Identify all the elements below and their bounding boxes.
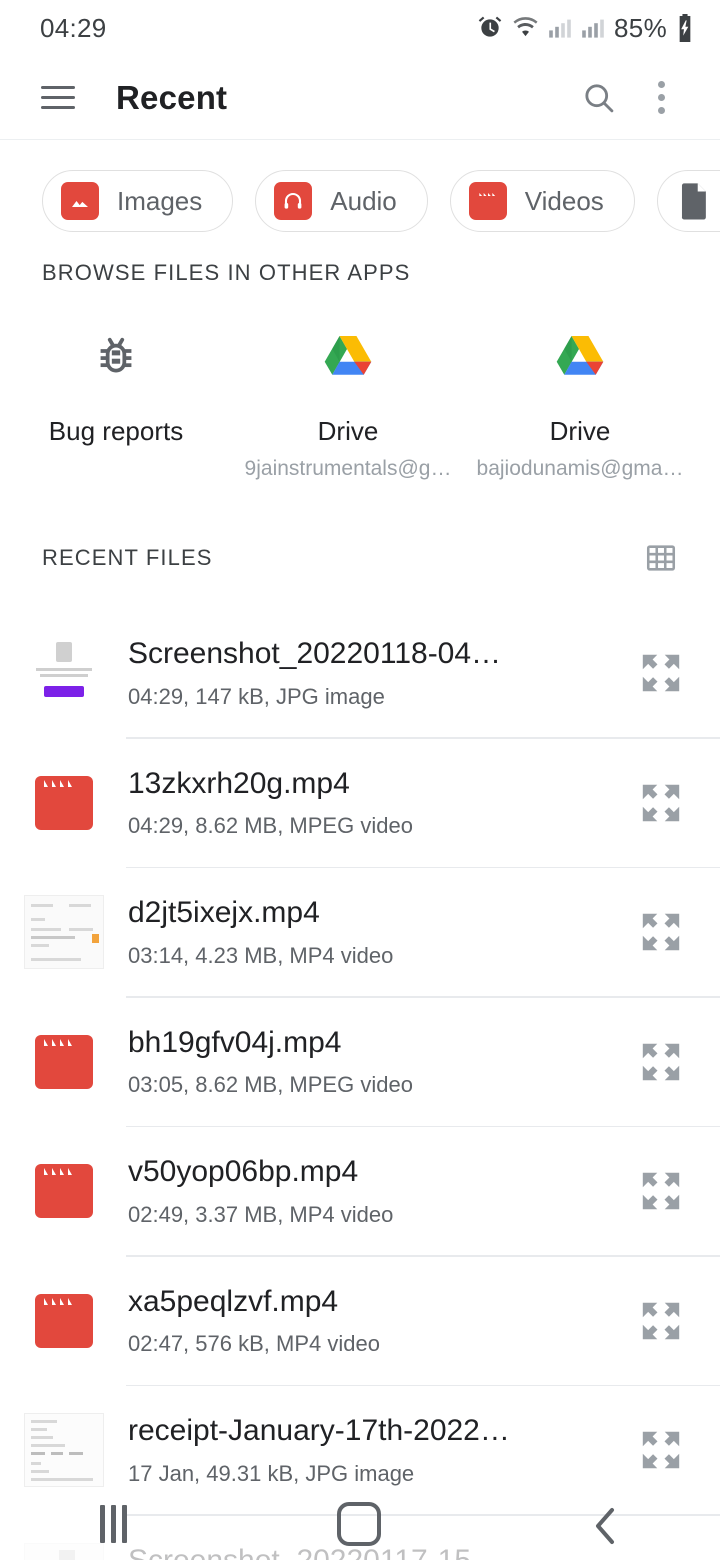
search-icon	[585, 83, 614, 112]
file-name: Screenshot_20220118-04…	[128, 637, 502, 671]
expand-icon[interactable]	[624, 895, 698, 969]
browse-app-name: Drive	[317, 416, 379, 446]
grid-view-icon[interactable]	[644, 541, 678, 575]
file-details: 03:14, 4.23 MB, MP4 video	[128, 942, 394, 968]
file-info: receipt-January-17th-2022… 17 Jan, 49.31…	[106, 1413, 624, 1486]
filter-chip-audio[interactable]: Audio	[255, 170, 428, 232]
filter-chips: Images Audio Videos Docu	[0, 140, 720, 260]
file-info: xa5peqlzvf.mp4 02:47, 576 kB, MP4 video	[106, 1284, 624, 1357]
battery-charging-icon	[679, 14, 691, 42]
file-details: 04:29, 147 kB, JPG image	[128, 683, 385, 709]
home-icon[interactable]	[336, 1502, 381, 1546]
recent-files-title: RECENT FILES	[42, 545, 213, 570]
google-drive-icon	[322, 328, 374, 384]
file-info: v50yop06bp.mp4 02:49, 3.37 MB, MP4 video	[106, 1154, 624, 1227]
file-thumbnail-video	[22, 1020, 106, 1104]
file-name: xa5peqlzvf.mp4	[128, 1284, 339, 1318]
filter-chip-documents[interactable]: Docu	[656, 170, 720, 232]
file-info: d2jt5ixejx.mp4 03:14, 4.23 MB, MP4 video	[106, 895, 624, 968]
filter-chip-label: Audio	[330, 185, 397, 216]
expand-icon[interactable]	[624, 1154, 698, 1228]
filter-chip-label: Videos	[524, 185, 604, 216]
browse-app-name: Bug reports	[48, 416, 184, 446]
filter-chip-images[interactable]: Images	[42, 170, 234, 232]
headphones-icon	[274, 182, 313, 220]
file-details: 04:29, 8.62 MB, MPEG video	[128, 813, 413, 839]
file-row[interactable]: v50yop06bp.mp4 02:49, 3.37 MB, MP4 video	[0, 1127, 720, 1255]
browse-app-name: Drive	[549, 416, 611, 446]
browse-section-title: BROWSE FILES IN OTHER APPS	[42, 260, 411, 285]
recents-icon[interactable]	[100, 1505, 127, 1543]
filter-chip-label: Images	[117, 185, 203, 216]
expand-icon[interactable]	[624, 1025, 698, 1099]
navigation-bar	[0, 1488, 720, 1560]
expand-icon[interactable]	[624, 766, 698, 840]
browse-apps-row: Bug reports Drive 9jainstrumentals@g… Dr…	[0, 286, 720, 481]
file-details: 02:49, 3.37 MB, MP4 video	[128, 1201, 394, 1227]
more-options-button[interactable]	[630, 67, 692, 129]
filter-chip-videos[interactable]: Videos	[449, 170, 635, 232]
browse-app-drive-3-partial[interactable]: i	[696, 328, 720, 481]
file-row[interactable]: bh19gfv04j.mp4 03:05, 8.62 MB, MPEG vide…	[0, 998, 720, 1126]
file-thumbnail-video	[22, 761, 106, 845]
hamburger-line	[41, 86, 75, 89]
browse-app-drive-1[interactable]: Drive 9jainstrumentals@g…	[232, 328, 464, 481]
file-name: 13zkxrh20g.mp4	[128, 766, 350, 800]
signal-icon-2	[582, 19, 604, 38]
more-options-icon	[657, 81, 665, 114]
back-icon[interactable]	[590, 1502, 620, 1546]
status-bar: 04:29 85%	[0, 0, 720, 56]
hamburger-menu-icon[interactable]	[30, 70, 86, 126]
file-thumbnail-document	[22, 890, 106, 974]
file-thumbnail-screenshot	[22, 631, 106, 715]
file-name: v50yop06bp.mp4	[128, 1155, 359, 1189]
hamburger-line	[41, 106, 75, 109]
browse-app-drive-2[interactable]: Drive bajiodunamis@gma…	[464, 328, 696, 481]
browse-app-account: bajiodunamis@gma…	[476, 457, 684, 480]
file-name: receipt-January-17th-2022…	[128, 1414, 510, 1448]
file-name: bh19gfv04j.mp4	[128, 1025, 342, 1059]
browse-app-account: 9jainstrumentals@g…	[244, 457, 452, 480]
file-details: 02:47, 576 kB, MP4 video	[128, 1331, 380, 1357]
file-details: 17 Jan, 49.31 kB, JPG image	[128, 1460, 415, 1486]
page-title: Recent	[116, 78, 228, 116]
file-thumbnail-video	[22, 1149, 106, 1233]
file-thumbnail-video	[22, 1279, 106, 1363]
google-drive-icon	[554, 328, 606, 384]
recent-files-header: RECENT FILES	[0, 541, 720, 575]
status-icons: 85%	[477, 13, 694, 44]
file-row[interactable]: Screenshot_20220118-04… 04:29, 147 kB, J…	[0, 609, 720, 737]
expand-icon[interactable]	[624, 1284, 698, 1358]
image-icon	[61, 182, 99, 220]
file-info: bh19gfv04j.mp4 03:05, 8.62 MB, MPEG vide…	[106, 1025, 624, 1098]
signal-icon-1	[549, 19, 571, 38]
file-info: 13zkxrh20g.mp4 04:29, 8.62 MB, MPEG vide…	[106, 766, 624, 839]
browse-section-header: BROWSE FILES IN OTHER APPS	[0, 260, 720, 286]
file-row[interactable]: xa5peqlzvf.mp4 02:47, 576 kB, MP4 video	[0, 1257, 720, 1385]
expand-icon[interactable]	[624, 1413, 698, 1487]
browse-app-bug-reports[interactable]: Bug reports	[0, 328, 232, 481]
wifi-icon	[513, 17, 538, 37]
file-name: d2jt5ixejx.mp4	[128, 896, 320, 930]
bug-icon	[91, 328, 141, 384]
status-time: 04:29	[40, 12, 107, 43]
hamburger-line	[41, 96, 75, 99]
file-details: 03:05, 8.62 MB, MPEG video	[128, 1072, 413, 1098]
alarm-icon	[478, 16, 502, 37]
app-bar: Recent	[0, 56, 720, 140]
file-thumbnail-receipt	[22, 1408, 106, 1492]
file-row[interactable]: 13zkxrh20g.mp4 04:29, 8.62 MB, MPEG vide…	[0, 739, 720, 867]
file-info: Screenshot_20220118-04… 04:29, 147 kB, J…	[106, 636, 624, 709]
file-row[interactable]: d2jt5ixejx.mp4 03:14, 4.23 MB, MP4 video	[0, 868, 720, 996]
expand-icon[interactable]	[624, 636, 698, 710]
search-button[interactable]	[568, 67, 630, 129]
clapperboard-icon	[468, 182, 507, 220]
document-icon	[676, 182, 714, 220]
battery-percent: 85%	[614, 12, 667, 43]
recent-files-list: Screenshot_20220118-04… 04:29, 147 kB, J…	[0, 609, 720, 1560]
